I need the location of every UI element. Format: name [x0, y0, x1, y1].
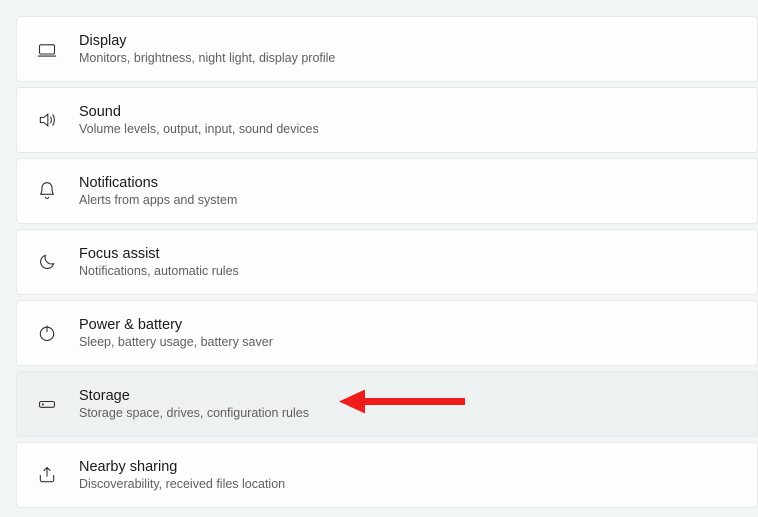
item-title: Display	[79, 33, 335, 49]
settings-item-power-battery[interactable]: Power & battery Sleep, battery usage, ba…	[16, 300, 758, 366]
item-desc: Volume levels, output, input, sound devi…	[79, 122, 319, 136]
settings-item-nearby-sharing[interactable]: Nearby sharing Discoverability, received…	[16, 442, 758, 508]
sound-icon	[35, 108, 59, 132]
settings-item-text: Storage Storage space, drives, configura…	[79, 388, 309, 420]
arrow-annotation-icon	[337, 385, 467, 424]
settings-item-text: Display Monitors, brightness, night ligh…	[79, 33, 335, 65]
item-desc: Storage space, drives, configuration rul…	[79, 406, 309, 420]
settings-item-text: Notifications Alerts from apps and syste…	[79, 175, 237, 207]
display-icon	[35, 37, 59, 61]
settings-list: Display Monitors, brightness, night ligh…	[0, 0, 758, 508]
settings-item-text: Power & battery Sleep, battery usage, ba…	[79, 317, 273, 349]
power-icon	[35, 321, 59, 345]
bell-icon	[35, 179, 59, 203]
item-title: Nearby sharing	[79, 459, 285, 475]
settings-item-text: Nearby sharing Discoverability, received…	[79, 459, 285, 491]
storage-icon	[35, 392, 59, 416]
settings-item-focus-assist[interactable]: Focus assist Notifications, automatic ru…	[16, 229, 758, 295]
settings-item-storage[interactable]: Storage Storage space, drives, configura…	[16, 371, 758, 437]
item-desc: Notifications, automatic rules	[79, 264, 239, 278]
item-title: Storage	[79, 388, 309, 404]
settings-item-notifications[interactable]: Notifications Alerts from apps and syste…	[16, 158, 758, 224]
item-title: Power & battery	[79, 317, 273, 333]
item-desc: Alerts from apps and system	[79, 193, 237, 207]
item-desc: Sleep, battery usage, battery saver	[79, 335, 273, 349]
item-desc: Monitors, brightness, night light, displ…	[79, 51, 335, 65]
moon-icon	[35, 250, 59, 274]
settings-item-display[interactable]: Display Monitors, brightness, night ligh…	[16, 16, 758, 82]
item-title: Notifications	[79, 175, 237, 191]
item-title: Focus assist	[79, 246, 239, 262]
item-title: Sound	[79, 104, 319, 120]
item-desc: Discoverability, received files location	[79, 477, 285, 491]
settings-item-sound[interactable]: Sound Volume levels, output, input, soun…	[16, 87, 758, 153]
settings-item-text: Sound Volume levels, output, input, soun…	[79, 104, 319, 136]
share-icon	[35, 463, 59, 487]
settings-item-text: Focus assist Notifications, automatic ru…	[79, 246, 239, 278]
